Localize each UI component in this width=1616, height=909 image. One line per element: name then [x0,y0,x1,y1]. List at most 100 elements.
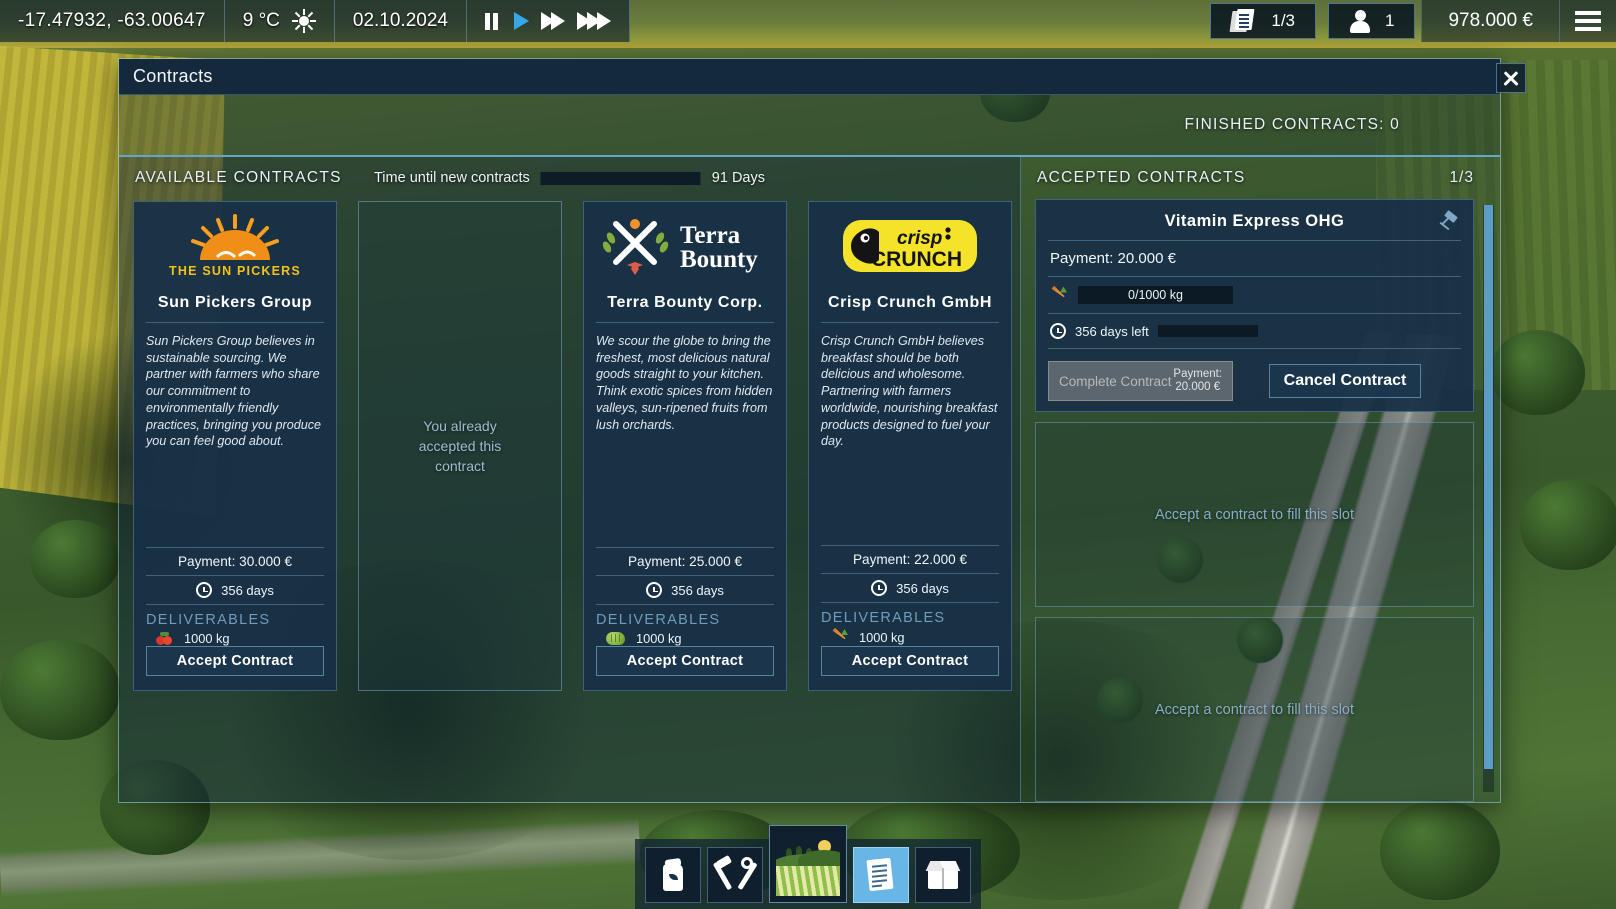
storage-box-icon [925,859,961,891]
time-left-label: 356 days left [1075,323,1149,339]
coordinates-value: -17.47932, -63.00647 [18,10,206,31]
contracts-document-icon [866,857,896,892]
deliverable-row: 1000 kg [146,631,324,646]
accepted-contract-slot: Vitamin Express OHG Payment: 20.000 € 0/… [1035,199,1474,413]
taskbar-item-farm[interactable] [769,825,847,903]
complete-contract-button[interactable]: Complete Contract Payment: 20.000 € [1048,361,1233,402]
contract-card[interactable]: THE SUN PICKERS Sun Pickers Group Sun Pi… [133,201,337,691]
close-icon [1502,69,1520,87]
timer-days-value: 91 Days [711,170,766,186]
page-title: Contracts [133,66,213,86]
accepted-time-row: 356 days left [1048,314,1461,349]
window-subheader: FINISHED CONTRACTS: 0 [119,95,1500,157]
contract-company-name: Sun Pickers Group [146,286,324,323]
accept-contract-button[interactable]: Accept Contract [821,646,999,676]
seed-bag-icon [660,857,686,891]
temperature-value: 9 °C [242,10,280,31]
window-titlebar: Contracts [119,59,1526,95]
accepted-contracts-title: ACCEPTED CONTRACTS [1037,169,1246,186]
accepted-actions: Complete Contract Payment: 20.000 € Canc… [1048,349,1461,402]
farm-field-icon [776,832,840,896]
pause-button[interactable] [484,12,498,30]
clock-icon [196,582,213,598]
empty-contract-slot[interactable]: Accept a contract to fill this slot [1035,422,1474,608]
available-contracts-pane: AVAILABLE CONTRACTS Time until new contr… [119,157,1021,802]
date-value: 02.10.2024 [352,10,448,31]
cancel-contract-button[interactable]: Cancel Contract [1269,364,1421,399]
accepted-pane-header: ACCEPTED CONTRACTS 1/3 [1021,157,1500,199]
taskbar-item-storage[interactable] [915,847,971,903]
coordinates-display: -17.47932, -63.00647 [0,0,225,42]
pin-icon[interactable] [1437,210,1459,233]
population-indicator[interactable]: 1 [1328,3,1416,39]
accepted-scrollbar[interactable] [1483,205,1494,792]
money-value: 978.000 € [1448,10,1533,31]
money-display: 978.000 € [1421,0,1560,42]
tree [0,640,120,740]
cabbage-icon [606,631,625,646]
contract-company-name: Crisp Crunch GmbH [821,286,999,323]
tomato-icon [156,631,173,646]
deliverable-quantity: 1000 kg [636,631,682,646]
menu-button[interactable] [1560,0,1616,42]
close-button[interactable] [1496,63,1526,93]
play-button[interactable] [513,12,529,30]
contract-payment: Payment: 30.000 € [146,547,324,576]
hamburger-icon [1575,11,1601,31]
empty-slot-message: Accept a contract to fill this slot [1154,701,1355,718]
timer-progress-bar [540,171,701,185]
accepted-payment: Payment: 20.000 € [1048,241,1461,277]
complete-payment-label: Payment: [1173,368,1222,380]
svg-text:crisp: crisp [897,228,942,249]
scrollbar-thumb[interactable] [1484,205,1493,769]
delivery-progress-text: 0/1000 kg [1128,288,1183,302]
contracts-indicator[interactable]: 1/3 [1210,3,1316,39]
finished-contracts-label: FINISHED CONTRACTS: 0 [1184,116,1400,133]
contract-description: Sun Pickers Group believes in sustainabl… [146,334,322,449]
contract-card[interactable]: Terra Bounty Terra Bounty Corp. We scour… [583,201,787,691]
contract-card[interactable]: crisp CRUNCH Crisp Crunch GmbH Crisp Cru… [808,201,1012,691]
accepted-company-name: Vitamin Express OHG [1164,212,1345,230]
taskbar-item-tools[interactable] [707,847,763,903]
deliverables-label: DELIVERABLES [596,612,721,628]
available-contracts-title: AVAILABLE CONTRACTS [135,169,342,186]
sun-icon [291,9,316,33]
contracts-window: Contracts FINISHED CONTRACTS: 0 AVAILABL… [118,58,1526,803]
contract-duration-value: 356 days [671,582,724,598]
date-display: 02.10.2024 [334,0,467,42]
contracts-indicator-value: 1/3 [1271,11,1295,30]
contract-card-taken: You already accepted this contract [358,201,562,691]
accept-contract-button[interactable]: Accept Contract [596,646,774,676]
complete-payment-value: 20.000 € [1175,381,1221,394]
accepted-contract-header: Vitamin Express OHG [1048,206,1461,241]
empty-contract-slot[interactable]: Accept a contract to fill this slot [1035,617,1474,802]
contract-company-name: Terra Bounty Corp. [596,286,774,323]
contract-payment: Payment: 25.000 € [596,547,774,576]
crisp-crunch-logo-icon: crisp CRUNCH [821,212,999,282]
contract-duration: 356 days [596,576,774,605]
tree [1380,800,1500,900]
very-fast-forward-button[interactable] [576,12,611,30]
svg-text:Terra: Terra [680,222,741,249]
deliverable-quantity: 1000 kg [859,630,905,645]
contract-description: We scour the globe to bring the freshest… [596,334,773,432]
contract-duration-value: 356 days [896,580,949,596]
carrot-icon [1050,287,1067,304]
clock-icon [871,580,888,596]
terra-bounty-logo-icon: Terra Bounty [596,212,774,282]
accept-contract-button[interactable]: Accept Contract [146,646,324,676]
svg-text:Bounty: Bounty [680,246,758,273]
contract-duration: 356 days [821,574,999,603]
contract-description: Crisp Crunch GmbH believes breakfast sho… [821,334,998,449]
timer-label: Time until new contracts [373,170,530,186]
sun-pickers-logo-icon: THE SUN PICKERS [146,212,324,282]
svg-text:THE SUN PICKERS: THE SUN PICKERS [169,264,301,278]
tree [1520,480,1616,570]
tree [1490,330,1585,415]
game-screen: -17.47932, -63.00647 9 °C 02.10.2024 1/3… [0,0,1616,909]
delivery-progress-bar: 0/1000 kg [1078,286,1233,304]
taskbar-item-seeds[interactable] [645,847,701,903]
population-value: 1 [1385,11,1395,30]
taskbar-item-contracts[interactable] [853,847,909,903]
fast-forward-button[interactable] [540,12,565,30]
